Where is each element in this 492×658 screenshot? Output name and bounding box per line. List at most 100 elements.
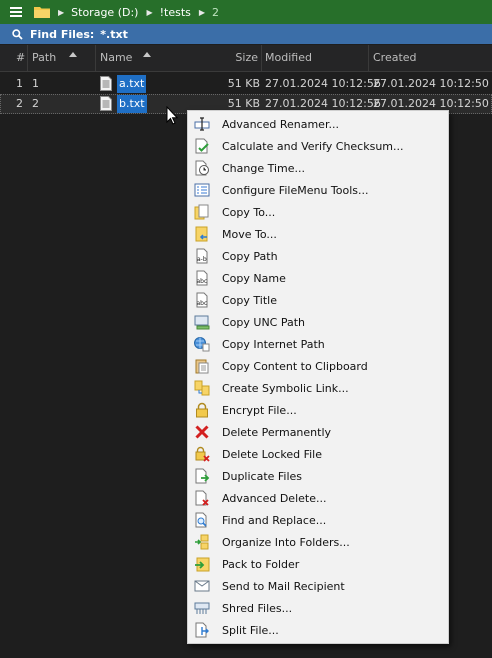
mail-icon bbox=[194, 578, 210, 594]
find-files-label: Find Files: bbox=[30, 27, 95, 41]
pack-folder-icon bbox=[194, 556, 210, 572]
menu-item-label: Change Time... bbox=[222, 161, 306, 175]
find-replace-icon bbox=[194, 512, 210, 528]
menu-item-copy-path[interactable]: a-b Copy Path bbox=[188, 245, 448, 267]
menu-item-split[interactable]: Split File... bbox=[188, 619, 448, 641]
checksum-icon bbox=[194, 138, 210, 154]
menu-item-configure[interactable]: Configure FileMenu Tools... bbox=[188, 179, 448, 201]
created-column-label: Created bbox=[373, 51, 417, 64]
menu-item-copy-internet-path[interactable]: Copy Internet Path bbox=[188, 333, 448, 355]
size-column-label: Size bbox=[235, 51, 258, 64]
menu-item-label: Delete Permanently bbox=[222, 425, 332, 439]
menu-item-label: Create Symbolic Link... bbox=[222, 381, 349, 395]
breadcrumb-tests[interactable]: !tests bbox=[160, 6, 191, 19]
menu-item-label: Copy To... bbox=[222, 205, 276, 219]
menu-item-change-time[interactable]: Change Time... bbox=[188, 157, 448, 179]
menu-item-label: Copy Name bbox=[222, 271, 286, 285]
menu-item-copy-title[interactable]: abc Copy Title bbox=[188, 289, 448, 311]
menu-item-encrypt[interactable]: Encrypt File... bbox=[188, 399, 448, 421]
menu-item-label: Move To... bbox=[222, 227, 277, 241]
modified-column-header[interactable]: Modified bbox=[262, 45, 369, 71]
menu-item-label: Calculate and Verify Checksum... bbox=[222, 139, 404, 153]
lock-icon bbox=[194, 402, 210, 418]
sort-asc-icon bbox=[143, 52, 151, 57]
file-size: 51 KB bbox=[227, 77, 260, 90]
copy-path-icon: a-b bbox=[194, 248, 210, 264]
configure-icon bbox=[194, 182, 210, 198]
menu-item-copy-unc-path[interactable]: Copy UNC Path bbox=[188, 311, 448, 333]
menu-item-label: Copy Path bbox=[222, 249, 278, 263]
rename-icon bbox=[194, 116, 210, 132]
file-created: 27.01.2024 10:12:50 bbox=[373, 77, 489, 90]
menu-item-organize[interactable]: Organize Into Folders... bbox=[188, 531, 448, 553]
copy-to-icon bbox=[194, 204, 210, 220]
menu-item-advanced-delete[interactable]: Advanced Delete... bbox=[188, 487, 448, 509]
menu-item-duplicate[interactable]: Duplicate Files bbox=[188, 465, 448, 487]
menu-item-label: Copy Internet Path bbox=[222, 337, 325, 351]
menu-item-copy-name[interactable]: abc Copy Name bbox=[188, 267, 448, 289]
move-to-icon bbox=[194, 226, 210, 242]
internet-path-icon bbox=[194, 336, 210, 352]
table-row[interactable]: 1 1 a.txt 51 KB 27.01.2024 10:12:56 27.0… bbox=[0, 74, 492, 94]
unc-path-icon bbox=[194, 314, 210, 330]
menu-item-checksum[interactable]: Calculate and Verify Checksum... bbox=[188, 135, 448, 157]
row-path: 2 bbox=[32, 97, 39, 110]
folder-icon[interactable] bbox=[34, 6, 50, 18]
menu-item-pack-to-folder[interactable]: Pack to Folder bbox=[188, 553, 448, 575]
symlink-icon bbox=[194, 380, 210, 396]
breadcrumb-storage[interactable]: Storage (D:) bbox=[71, 6, 138, 19]
menu-item-label: Advanced Delete... bbox=[222, 491, 327, 505]
copy-title-icon: abc bbox=[194, 292, 210, 308]
menu-item-copy-content[interactable]: Copy Content to Clipboard bbox=[188, 355, 448, 377]
name-column-label: Name bbox=[100, 51, 133, 64]
menu-item-label: Send to Mail Recipient bbox=[222, 579, 345, 593]
breadcrumb-current[interactable]: 2 bbox=[212, 6, 219, 19]
file-name[interactable]: b.txt bbox=[117, 95, 147, 113]
menu-item-advanced-renamer[interactable]: Advanced Renamer... bbox=[188, 113, 448, 135]
clock-icon bbox=[194, 160, 210, 176]
search-icon bbox=[12, 28, 23, 40]
file-name[interactable]: a.txt bbox=[117, 75, 147, 93]
modified-column-label: Modified bbox=[265, 51, 312, 64]
hamburger-menu-icon[interactable] bbox=[10, 7, 22, 17]
menu-item-label: Split File... bbox=[222, 623, 279, 637]
menu-item-label: Shred Files... bbox=[222, 601, 293, 615]
row-index: 2 bbox=[16, 97, 23, 110]
menu-item-label: Configure FileMenu Tools... bbox=[222, 183, 369, 197]
created-column-header[interactable]: Created bbox=[369, 45, 492, 71]
find-files-pattern[interactable]: *.txt bbox=[100, 28, 128, 41]
menu-item-label: Advanced Renamer... bbox=[222, 117, 339, 131]
menu-item-label: Copy Title bbox=[222, 293, 277, 307]
menu-item-label: Encrypt File... bbox=[222, 403, 297, 417]
menu-item-find-replace[interactable]: Find and Replace... bbox=[188, 509, 448, 531]
svg-text:abc: abc bbox=[197, 278, 208, 285]
menu-item-move-to[interactable]: Move To... bbox=[188, 223, 448, 245]
text-file-icon bbox=[100, 96, 112, 111]
menu-item-label: Delete Locked File bbox=[222, 447, 322, 461]
menu-item-delete-permanently[interactable]: Delete Permanently bbox=[188, 421, 448, 443]
menu-item-send-mail[interactable]: Send to Mail Recipient bbox=[188, 575, 448, 597]
shred-icon bbox=[194, 600, 210, 616]
menu-item-copy-to[interactable]: Copy To... bbox=[188, 201, 448, 223]
menu-item-delete-locked[interactable]: Delete Locked File bbox=[188, 443, 448, 465]
menu-item-label: Find and Replace... bbox=[222, 513, 327, 527]
advanced-delete-icon bbox=[194, 490, 210, 506]
chevron-right-icon: ▶ bbox=[146, 7, 153, 17]
chevron-right-icon: ▶ bbox=[198, 7, 206, 17]
menu-item-shred[interactable]: Shred Files... bbox=[188, 597, 448, 619]
copy-name-icon: abc bbox=[194, 270, 210, 286]
find-files-bar: Find Files: *.txt bbox=[0, 24, 492, 44]
size-column-header[interactable]: Size bbox=[206, 45, 262, 71]
clipboard-icon bbox=[194, 358, 210, 374]
path-column-header[interactable]: Path bbox=[28, 45, 96, 71]
column-header: # Path Name Size Modified Created bbox=[0, 45, 492, 72]
menu-item-label: Organize Into Folders... bbox=[222, 535, 350, 549]
delete-locked-icon bbox=[194, 446, 210, 462]
index-column-header: # bbox=[0, 45, 28, 71]
menu-item-label: Pack to Folder bbox=[222, 557, 300, 571]
row-path: 1 bbox=[32, 77, 39, 90]
path-column-label: Path bbox=[32, 51, 57, 64]
menu-item-symbolic-link[interactable]: Create Symbolic Link... bbox=[188, 377, 448, 399]
organize-icon bbox=[194, 534, 210, 550]
menu-item-label: Copy Content to Clipboard bbox=[222, 359, 368, 373]
